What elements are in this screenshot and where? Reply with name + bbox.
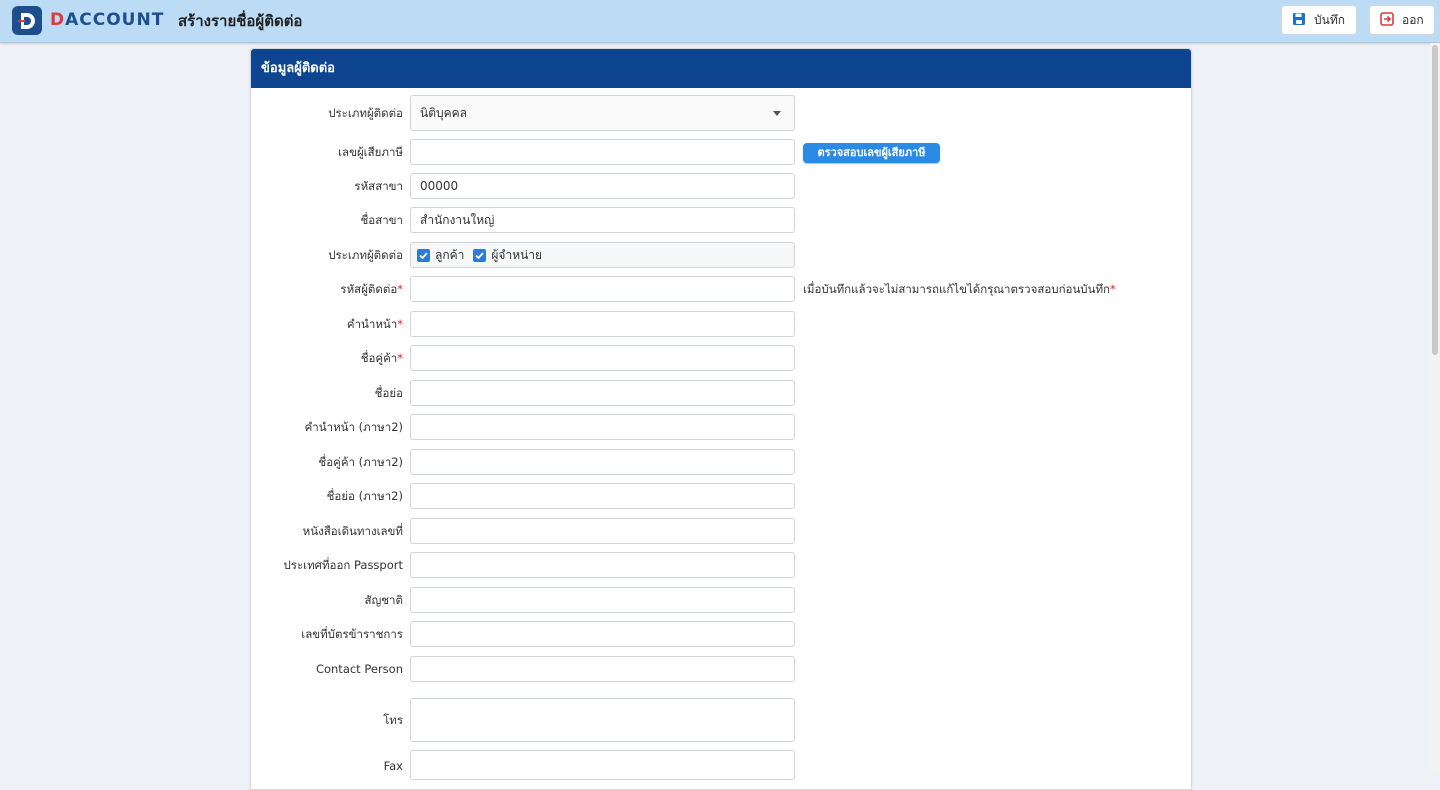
partner-name-lang2-input[interactable] (410, 449, 795, 475)
partner-name-label-text: ชื่อคู่ค้า (360, 351, 398, 365)
fax-label: Fax (383, 759, 403, 773)
panel-title: ข้อมูลผู้ติดต่อ (251, 49, 1191, 88)
logo-word: ACCOUNT (65, 10, 165, 30)
required-mark: * (1110, 282, 1116, 296)
passport-no-input[interactable] (410, 518, 795, 544)
chevron-down-icon (773, 111, 781, 116)
contact-code-input[interactable] (410, 276, 795, 302)
app-logo-text: DACCOUNT (50, 9, 164, 31)
branch-name-label: ชื่อสาขา (360, 213, 403, 227)
prefix-label: คำนำหน้า* (203, 311, 403, 337)
prefix-input[interactable] (410, 311, 795, 337)
page-scrollbar[interactable] (1430, 43, 1440, 773)
contact-type-label: ประเภทผู้ติดต่อ (328, 106, 403, 120)
phone-label: โทร (383, 713, 403, 727)
branch-name-input[interactable]: สำนักงานใหญ่ (410, 207, 795, 233)
required-mark: * (397, 317, 403, 331)
branch-code-label: รหัสสาขา (354, 179, 403, 193)
supplier-label: ผู้จำหน่าย (491, 248, 543, 262)
contact-code-note-text: เมื่อบันทึกแล้วจะไม่สามารถแก้ไขได้กรุณาต… (803, 282, 1111, 296)
fax-input[interactable] (410, 750, 795, 780)
required-mark: * (397, 282, 403, 296)
prefix-lang2-label: คำนำหน้า (ภาษา2) (304, 420, 403, 434)
nationality-input[interactable] (410, 587, 795, 613)
checkmark-icon (419, 251, 428, 259)
contact-type-value: นิติบุคคล (420, 106, 468, 120)
contact-kind-group: ลูกค้า ผู้จำหน่าย (410, 242, 795, 268)
partner-name-input[interactable] (410, 345, 795, 371)
partner-name-lang2-label: ชื่อคู่ค้า (ภาษา2) (318, 455, 403, 469)
customer-label: ลูกค้า (435, 248, 465, 262)
verify-tax-id-button[interactable]: ตรวจสอบเลขผู้เสียภาษี (803, 143, 940, 163)
page-title: สร้างรายชื่อผู้ติดต่อ (178, 12, 303, 30)
checkmark-icon (475, 251, 485, 259)
short-name-input[interactable] (410, 380, 795, 406)
contact-person-label: Contact Person (315, 662, 403, 676)
logo-letter-d: D (50, 10, 66, 30)
scrollbar-thumb[interactable] (1432, 45, 1438, 355)
exit-button-label: ออก (1402, 12, 1424, 27)
supplier-checkbox[interactable] (473, 248, 487, 262)
short-name-lang2-input[interactable] (410, 483, 795, 509)
contact-kind-label: ประเภทผู้ติดต่อ (328, 248, 403, 262)
branch-code-input[interactable]: 00000 (410, 173, 795, 199)
contact-code-note: เมื่อบันทึกแล้วจะไม่สามารถแก้ไขได้กรุณาต… (803, 276, 1116, 302)
partner-name-label: ชื่อคู่ค้า* (203, 345, 403, 371)
contact-code-label-text: รหัสผู้ติดต่อ (340, 282, 398, 296)
contact-info-panel: ข้อมูลผู้ติดต่อ ประเภทผู้ติดต่อ นิติบุคค… (250, 48, 1192, 790)
gov-id-label: เลขที่บัตรข้าราชการ (301, 627, 403, 641)
contact-person-input[interactable] (410, 656, 795, 682)
tax-id-label: เลขผู้เสียภาษี (338, 145, 403, 159)
top-bar: DACCOUNT สร้างรายชื่อผู้ติดต่อ บันทึก ออ… (0, 0, 1440, 43)
required-mark: * (397, 351, 403, 365)
exit-button[interactable]: ออก (1369, 5, 1435, 35)
passport-country-input[interactable] (410, 552, 795, 578)
phone-input[interactable] (410, 698, 795, 742)
nationality-label: สัญชาติ (364, 593, 403, 607)
save-button-label: บันทึก (1314, 12, 1345, 27)
exit-icon (1380, 11, 1394, 29)
customer-checkbox[interactable] (417, 248, 430, 262)
save-button[interactable]: บันทึก (1281, 5, 1357, 35)
passport-country-label: ประเทศที่ออก Passport (283, 558, 404, 572)
floppy-disk-icon (1292, 12, 1306, 29)
contact-type-select[interactable]: นิติบุคคล (410, 95, 795, 131)
contact-code-label: รหัสผู้ติดต่อ* (203, 276, 403, 302)
short-name-label: ชื่อย่อ (374, 386, 403, 400)
passport-no-label: หนังสือเดินทางเลขที่ (302, 524, 403, 538)
gov-id-input[interactable] (410, 621, 795, 647)
short-name-lang2-label: ชื่อย่อ (ภาษา2) (326, 489, 403, 503)
app-logo-icon (12, 6, 42, 35)
tax-id-input[interactable] (410, 139, 795, 165)
prefix-lang2-input[interactable] (410, 414, 795, 440)
prefix-label-text: คำนำหน้า (346, 317, 398, 331)
